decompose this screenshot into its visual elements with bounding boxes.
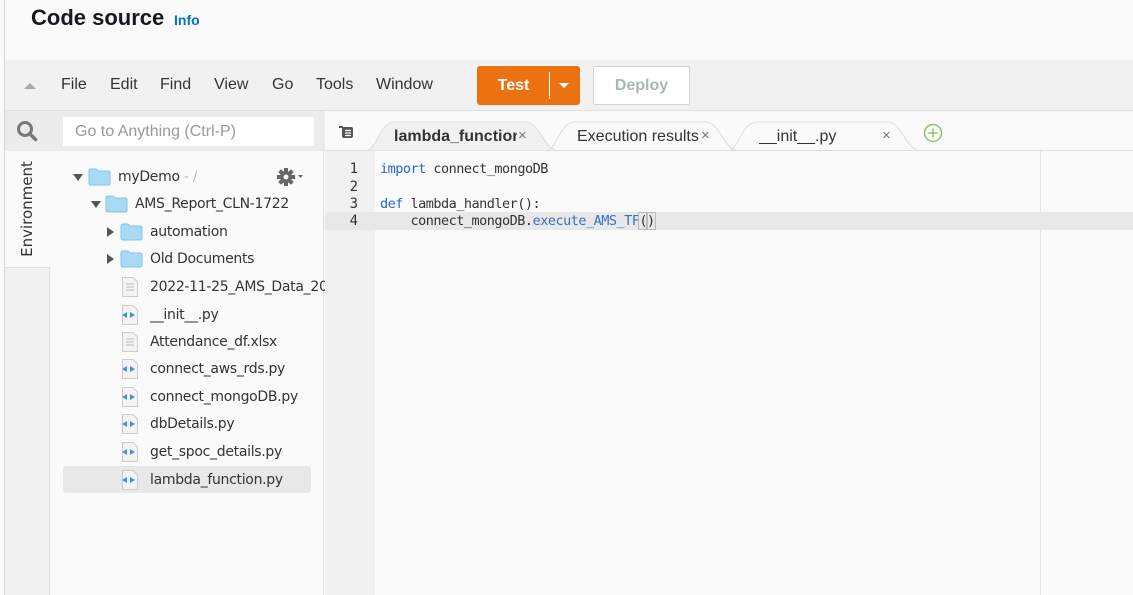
code-file-icon — [122, 414, 138, 434]
code-file-icon — [122, 442, 138, 462]
expand-arrow-icon[interactable] — [91, 201, 101, 208]
root-path-suffix: - / — [179, 169, 198, 185]
search-icon[interactable] — [16, 120, 38, 142]
tree-file[interactable]: connect_mongoDB.py — [50, 385, 324, 409]
folder-name: Old Documents — [150, 251, 255, 267]
code-file-icon — [122, 470, 138, 490]
tree-file[interactable]: get_spoc_details.py — [50, 440, 324, 464]
tree-file[interactable]: 2022-11-25_AMS_Data_20 — [50, 275, 328, 299]
code-line-4[interactable]: connect_mongoDB.execute_AMS_TF() — [380, 212, 656, 230]
tab-close-icon[interactable]: × — [882, 127, 891, 144]
tab-list-menu-icon[interactable] — [338, 125, 354, 139]
bracket-open: ( — [638, 212, 648, 230]
code-line-3[interactable]: def lambda_handler(): — [380, 196, 541, 212]
tab-init-py[interactable]: __init__.py × — [727, 120, 922, 151]
deploy-button[interactable]: Deploy — [593, 66, 690, 105]
tree-file[interactable]: dbDetails.py — [50, 412, 324, 436]
folder-icon — [120, 223, 143, 241]
menu-edit[interactable]: Edit — [110, 76, 138, 94]
code-token: connect_mongoDB — [425, 161, 548, 177]
file-name: get_spoc_details.py — [150, 444, 282, 460]
side-panel-rail: Environment — [5, 151, 50, 595]
tab-execution-results[interactable]: Execution results × — [545, 120, 740, 151]
keyword-token: import — [380, 161, 426, 177]
file-name: Attendance_df.xlsx — [150, 334, 278, 350]
file-name: connect_mongoDB.py — [150, 389, 298, 405]
code-token: lambda_handler(): — [402, 196, 541, 212]
menu-file[interactable]: File — [61, 76, 87, 94]
code-file-icon — [122, 359, 138, 379]
folder-icon — [120, 250, 143, 268]
line-number: 2 — [349, 179, 358, 195]
test-dropdown-caret-icon[interactable] — [559, 83, 569, 88]
tree-file[interactable]: Attendance_df.xlsx — [50, 330, 324, 354]
tree-file[interactable]: connect_aws_rds.py — [50, 357, 324, 381]
expand-arrow-icon[interactable] — [73, 174, 83, 181]
code-file-icon — [122, 305, 138, 325]
test-button-divider — [549, 72, 550, 99]
page-title: Code source — [31, 5, 165, 30]
tab-close-icon[interactable]: × — [518, 127, 527, 144]
code-line-1[interactable]: import connect_mongoDB — [380, 161, 548, 177]
editor-tab-bar: lambda_function × Execution results × __… — [325, 111, 1133, 151]
document-file-icon — [122, 277, 138, 297]
gear-icon[interactable] — [276, 167, 306, 187]
section-header: Code source Info — [5, 0, 1133, 60]
collapse-arrow-icon[interactable] — [107, 254, 114, 264]
collapse-arrow-icon[interactable] — [107, 227, 114, 237]
code-file-icon — [122, 387, 138, 407]
file-name: dbDetails.py — [150, 416, 235, 432]
tab-close-icon[interactable]: × — [701, 127, 710, 144]
keyword-token: def — [380, 196, 403, 212]
line-number: 1 — [349, 161, 358, 177]
bracket-close: ) — [646, 212, 656, 230]
tree-root-myDemo[interactable]: myDemo - / — [50, 165, 324, 189]
environment-tab-label: Environment — [18, 161, 36, 257]
test-split-button: Test — [477, 66, 580, 105]
goto-anything-input[interactable] — [63, 117, 314, 146]
tree-file[interactable]: __init__.py — [50, 303, 324, 327]
folder-name: automation — [150, 224, 228, 240]
tab-label: lambda_function — [394, 128, 517, 145]
tab-label: __init__.py — [759, 128, 837, 145]
ide-menubar: File Edit Find View Go Tools Window Test… — [5, 60, 1133, 111]
line-number: 3 — [349, 196, 358, 212]
add-tab-icon[interactable] — [923, 123, 943, 143]
document-file-icon — [122, 332, 138, 352]
menu-go[interactable]: Go — [272, 76, 293, 94]
test-button[interactable]: Test — [477, 66, 550, 105]
tree-folder-automation[interactable]: automation — [50, 220, 324, 244]
folder-icon — [88, 168, 111, 186]
file-name: connect_aws_rds.py — [150, 361, 286, 377]
menu-view[interactable]: View — [214, 76, 248, 94]
tab-label: Execution results — [577, 128, 699, 145]
line-number: 4 — [349, 213, 358, 229]
function-token: execute_AMS_TF — [532, 213, 640, 229]
tab-lambda-function[interactable]: lambda_function × — [365, 120, 560, 151]
tab-environment[interactable]: Environment — [5, 151, 50, 268]
menu-window[interactable]: Window — [376, 76, 433, 94]
tree-folder-old-documents[interactable]: Old Documents — [50, 247, 324, 271]
file-name: __init__.py — [150, 307, 219, 323]
tree-folder-project[interactable]: AMS_Report_CLN-1722 — [50, 192, 324, 216]
tree-file-selected[interactable]: lambda_function.py — [63, 466, 311, 493]
collapse-triangle-icon[interactable] — [24, 83, 36, 89]
root-name: myDemo — [118, 169, 180, 185]
folder-name: AMS_Report_CLN-1722 — [135, 196, 289, 212]
file-name: lambda_function.py — [150, 472, 283, 488]
text-cursor — [654, 213, 656, 228]
menu-tools[interactable]: Tools — [316, 76, 353, 94]
file-tree: myDemo - / AMS_Report_CLN-1722 automatio… — [50, 151, 328, 595]
info-link[interactable]: Info — [174, 12, 200, 28]
code-token: connect_mongoDB. — [380, 213, 534, 229]
file-name: 2022-11-25_AMS_Data_20 — [150, 279, 328, 295]
goto-anything-bar — [5, 111, 325, 151]
folder-icon — [105, 195, 128, 213]
menu-find[interactable]: Find — [160, 76, 191, 94]
